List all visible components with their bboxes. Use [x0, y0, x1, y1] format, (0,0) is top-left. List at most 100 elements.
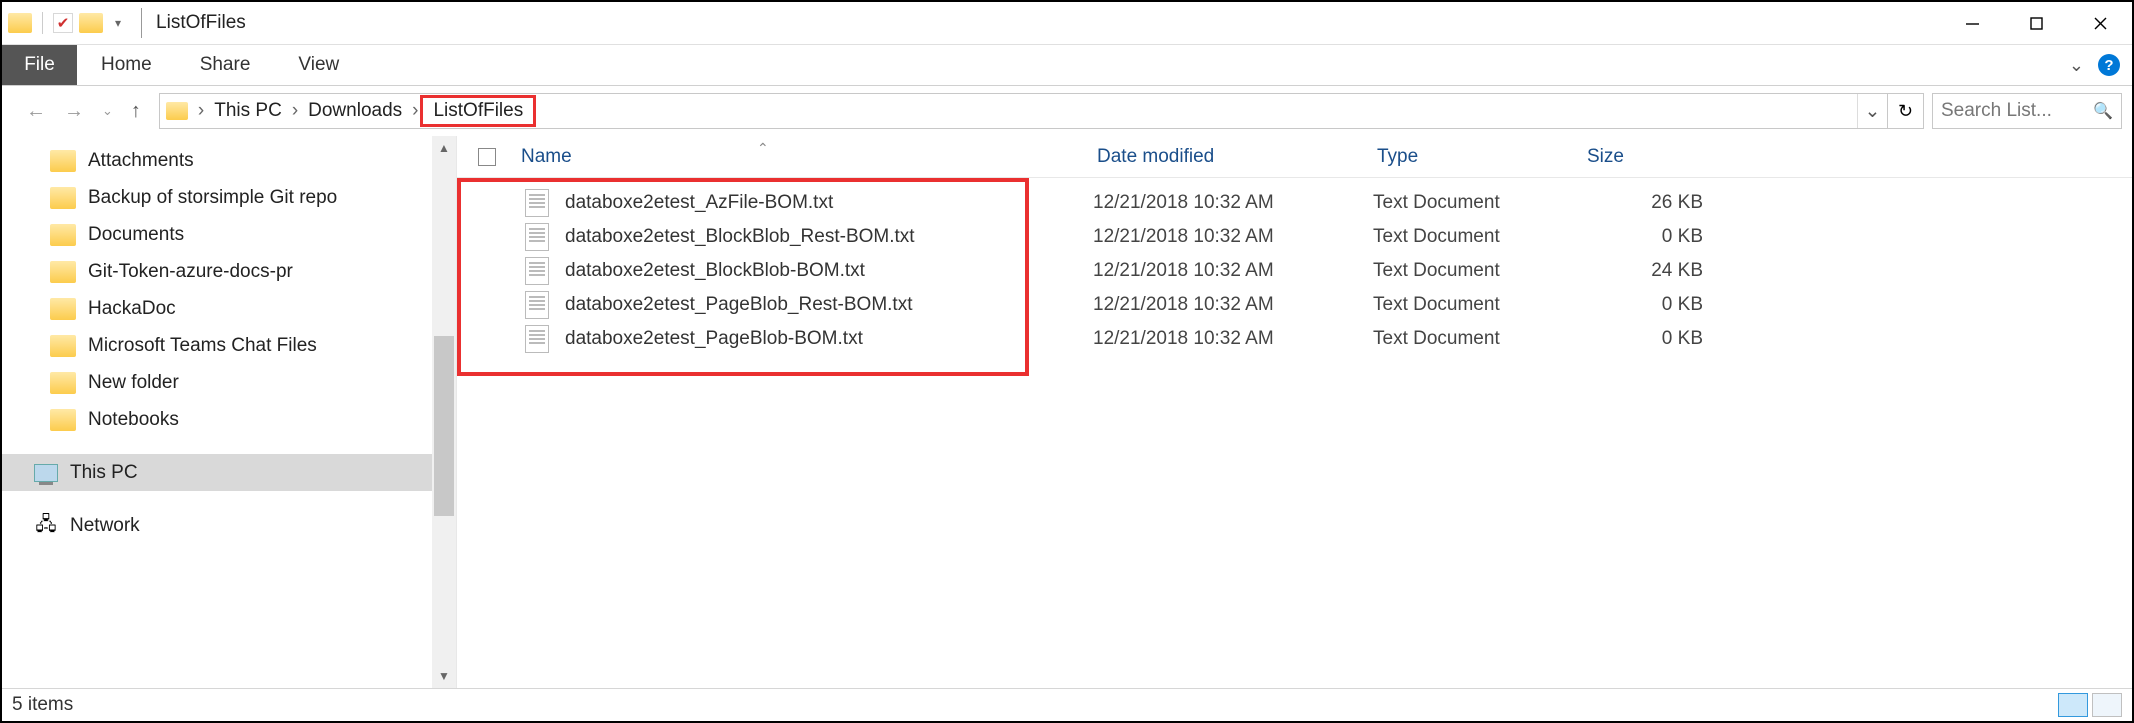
sidebar-item[interactable]: Microsoft Teams Chat Files	[2, 327, 456, 364]
file-date: 12/21/2018 10:32 AM	[1093, 192, 1373, 214]
text-file-icon	[525, 325, 549, 353]
folder-icon	[50, 224, 76, 246]
ribbon-tab-home[interactable]: Home	[77, 45, 176, 85]
sidebar-item[interactable]: Documents	[2, 216, 456, 253]
file-type: Text Document	[1373, 328, 1583, 350]
file-type: Text Document	[1373, 226, 1583, 248]
sidebar-item[interactable]: Git-Token-azure-docs-pr	[2, 253, 456, 290]
sidebar-item[interactable]: New folder	[2, 364, 456, 401]
folder-icon	[50, 409, 76, 431]
address-history-dropdown[interactable]: ⌄	[1857, 94, 1887, 128]
window-controls	[1940, 2, 2132, 45]
app-folder-icon	[8, 13, 32, 33]
breadcrumb-item-current[interactable]: ListOfFiles	[420, 95, 536, 127]
close-button[interactable]	[2068, 2, 2132, 45]
status-bar: 5 items	[2, 688, 2132, 721]
view-details-button[interactable]	[2058, 693, 2088, 717]
folder-icon	[50, 298, 76, 320]
text-file-icon	[525, 189, 549, 217]
sidebar-network[interactable]: 🖧Network	[2, 507, 456, 544]
nav-arrows: ← → ⌄ ↑	[12, 100, 151, 123]
file-date: 12/21/2018 10:32 AM	[1093, 328, 1373, 350]
sidebar-item[interactable]: Attachments	[2, 142, 456, 179]
folder-icon	[50, 335, 76, 357]
address-folder-icon	[166, 102, 188, 120]
column-size[interactable]: Size	[1587, 146, 1747, 168]
main-area: Attachments Backup of storsimple Git repo…	[2, 136, 2132, 688]
column-type[interactable]: Type	[1377, 146, 1587, 168]
sidebar-item-label: Attachments	[88, 150, 194, 172]
sidebar-scrollbar[interactable]: ▲ ▼	[432, 136, 456, 688]
sidebar-item-label: HackaDoc	[88, 298, 176, 320]
text-file-icon	[525, 291, 549, 319]
ribbon-collapse-icon[interactable]: ⌄	[2069, 55, 2084, 76]
qat-separator	[42, 12, 43, 34]
select-all-checkbox[interactable]	[478, 148, 496, 166]
file-date: 12/21/2018 10:32 AM	[1093, 294, 1373, 316]
column-date[interactable]: Date modified	[1097, 146, 1377, 168]
sidebar-this-pc[interactable]: This PC	[2, 454, 456, 491]
properties-icon[interactable]: ✔	[53, 13, 73, 33]
file-date: 12/21/2018 10:32 AM	[1093, 226, 1373, 248]
scroll-thumb[interactable]	[434, 336, 454, 516]
ribbon: File Home Share View ⌄ ?	[2, 45, 2132, 86]
back-button[interactable]: ←	[26, 100, 46, 123]
folder-icon	[50, 261, 76, 283]
refresh-button[interactable]: ↻	[1887, 94, 1923, 128]
sidebar-item-label: Backup of storsimple Git repo	[88, 187, 337, 209]
pc-icon	[34, 464, 58, 482]
column-name-label: Name	[521, 146, 572, 167]
maximize-button[interactable]	[2004, 2, 2068, 45]
address-bar[interactable]: › This PC › Downloads › ListOfFiles ⌄ ↻	[159, 93, 1924, 129]
file-type: Text Document	[1373, 260, 1583, 282]
window-title: ListOfFiles	[156, 12, 246, 34]
file-rows: databoxe2etest_AzFile-BOM.txt12/21/2018 …	[457, 178, 2132, 356]
status-text: 5 items	[12, 694, 73, 716]
title-bar: ✔ ▾ ListOfFiles	[2, 2, 2132, 45]
file-list: Name ⌃ Date modified Type Size databoxe2…	[457, 136, 2132, 688]
ribbon-tab-view[interactable]: View	[274, 45, 363, 85]
sidebar: Attachments Backup of storsimple Git repo…	[2, 136, 457, 688]
folder-icon	[50, 187, 76, 209]
file-date: 12/21/2018 10:32 AM	[1093, 260, 1373, 282]
text-file-icon	[525, 223, 549, 251]
file-type: Text Document	[1373, 192, 1583, 214]
sidebar-item[interactable]: HackaDoc	[2, 290, 456, 327]
file-size: 26 KB	[1583, 192, 1703, 214]
crumb-chevron-icon[interactable]: ›	[410, 100, 420, 122]
search-placeholder: Search List...	[1941, 100, 2052, 122]
quick-access-toolbar: ✔ ▾ ListOfFiles	[2, 8, 246, 38]
folder-icon	[50, 150, 76, 172]
minimize-button[interactable]	[1940, 2, 2004, 45]
column-name[interactable]: Name ⌃	[517, 146, 1097, 168]
qat-dropdown-icon[interactable]: ▾	[109, 16, 127, 30]
sidebar-item-label: Documents	[88, 224, 184, 246]
ribbon-tab-share[interactable]: Share	[176, 45, 275, 85]
new-folder-icon[interactable]	[79, 13, 103, 33]
sidebar-item-label: This PC	[70, 462, 138, 484]
sidebar-item-label: Git-Token-azure-docs-pr	[88, 261, 293, 283]
crumb-chevron-icon[interactable]: ›	[196, 100, 206, 122]
scroll-up-icon[interactable]: ▲	[432, 136, 456, 160]
history-dropdown-icon[interactable]: ⌄	[102, 103, 113, 119]
sort-indicator-icon: ⌃	[757, 140, 769, 157]
sidebar-item[interactable]: Notebooks	[2, 401, 456, 438]
file-tab[interactable]: File	[2, 45, 77, 85]
breadcrumb-item[interactable]: Downloads	[300, 96, 410, 126]
text-file-icon	[525, 257, 549, 285]
file-size: 0 KB	[1583, 294, 1703, 316]
file-type: Text Document	[1373, 294, 1583, 316]
sidebar-item-label: Microsoft Teams Chat Files	[88, 335, 317, 357]
view-large-icons-button[interactable]	[2092, 693, 2122, 717]
file-size: 24 KB	[1583, 260, 1703, 282]
search-input[interactable]: Search List... 🔍	[1932, 93, 2122, 129]
forward-button[interactable]: →	[64, 100, 84, 123]
column-headers: Name ⌃ Date modified Type Size	[457, 136, 2132, 178]
up-button[interactable]: ↑	[131, 100, 141, 123]
help-icon[interactable]: ?	[2098, 54, 2120, 76]
crumb-chevron-icon[interactable]: ›	[290, 100, 300, 122]
scroll-down-icon[interactable]: ▼	[432, 664, 456, 688]
breadcrumb-item[interactable]: This PC	[206, 96, 290, 126]
sidebar-item[interactable]: Backup of storsimple Git repo	[2, 179, 456, 216]
navigation-row: ← → ⌄ ↑ › This PC › Downloads › ListOfFi…	[2, 86, 2132, 136]
